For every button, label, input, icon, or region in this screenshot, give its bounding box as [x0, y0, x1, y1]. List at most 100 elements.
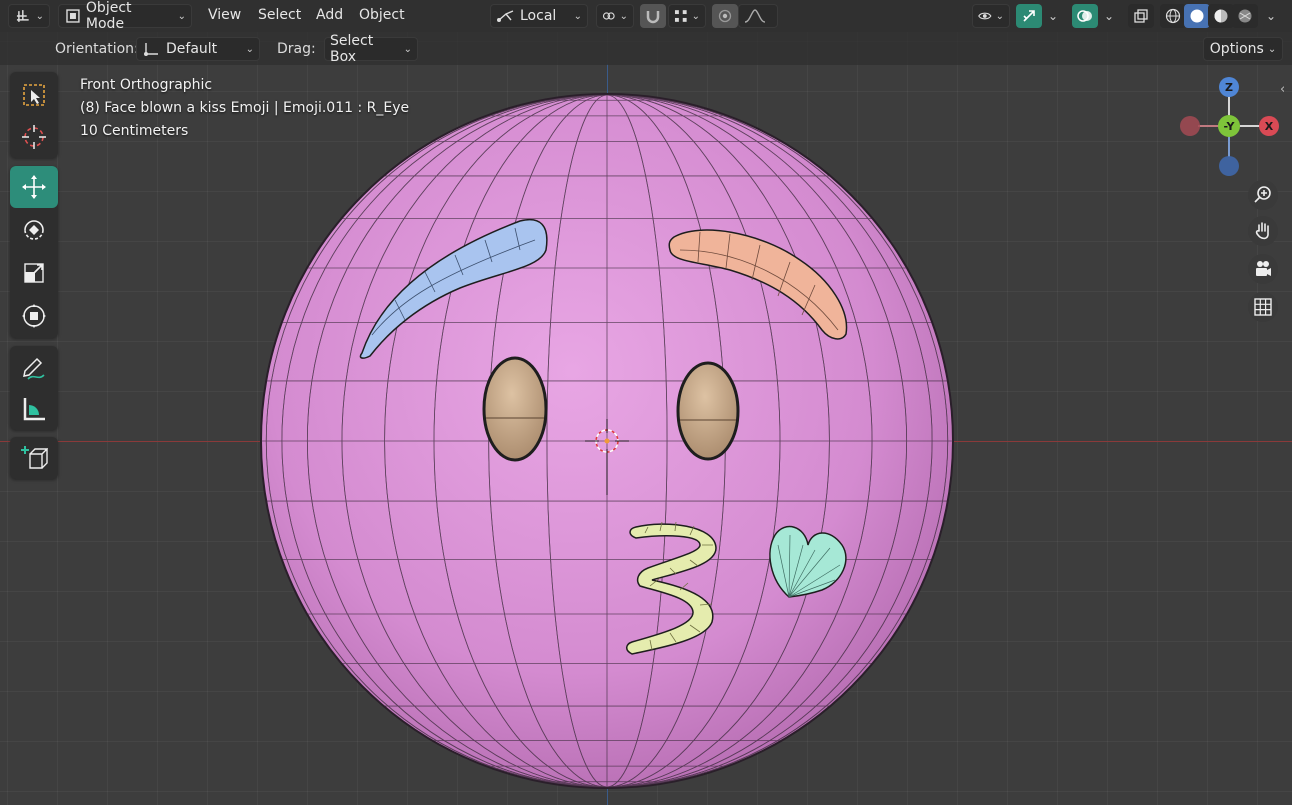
viewport-header: ⌄ Object Mode ⌄ View Select Add Object L… — [0, 0, 1292, 32]
gizmo-toggle[interactable] — [1016, 4, 1042, 28]
grid-axes-icon — [16, 10, 29, 22]
left-eye[interactable] — [482, 356, 548, 462]
hand-icon — [1255, 222, 1269, 240]
chevron-down-icon: ⌄ — [691, 10, 700, 22]
object-mode-icon — [66, 9, 80, 23]
select-box-tool[interactable] — [10, 74, 58, 116]
annotate-tool[interactable] — [10, 346, 58, 388]
snap-target-dropdown[interactable]: ⌄ — [668, 4, 706, 28]
ruler-icon — [23, 398, 45, 421]
chevron-down-icon: ⌄ — [403, 43, 412, 55]
overlays-dropdown-chevron-icon[interactable]: ⌄ — [1104, 9, 1114, 23]
shading-material-button[interactable] — [1208, 4, 1234, 28]
magnet-icon — [646, 11, 660, 24]
emoji-mesh[interactable] — [0, 0, 1292, 805]
overlays-icon — [1077, 10, 1092, 22]
rotate-tool[interactable] — [10, 209, 58, 251]
material-sphere-icon — [1214, 9, 1228, 23]
gizmo-neg-z-axis[interactable] — [1219, 156, 1239, 176]
drag-dropdown[interactable]: Select Box ⌄ — [324, 33, 418, 65]
transform-orientation-label: Local — [520, 8, 557, 24]
select-box-icon — [23, 84, 45, 106]
menu-add[interactable]: Add — [316, 7, 343, 23]
move-arrows-icon — [22, 175, 46, 199]
drag-label: Drag: — [277, 41, 316, 57]
camera-icon — [1256, 261, 1271, 276]
measure-tool[interactable] — [10, 388, 58, 430]
editor-type-button[interactable]: ⌄ — [8, 4, 50, 28]
transform-icon — [22, 304, 46, 328]
snap-grid-icon — [674, 10, 687, 22]
transform-orientation-dropdown[interactable]: Local ⌄ — [490, 4, 588, 28]
gizmo-icon — [1023, 10, 1035, 22]
xray-icon — [1134, 9, 1148, 23]
snap-toggle[interactable] — [640, 4, 666, 28]
eye-icon — [978, 12, 992, 20]
pan-button[interactable] — [1248, 216, 1278, 246]
menu-view[interactable]: View — [208, 7, 241, 23]
pivot-point-dropdown[interactable]: ⌄ — [596, 4, 634, 28]
orientation-value: Default — [166, 41, 218, 57]
scale-tool[interactable] — [10, 252, 58, 294]
grid-icon — [1254, 298, 1272, 316]
scale-icon — [24, 263, 44, 283]
rendered-sphere-icon — [1238, 9, 1252, 23]
orientation-axes-icon — [144, 43, 158, 56]
gizmo-y-label: -Y — [1223, 119, 1235, 133]
toolbar-select-group — [10, 72, 58, 158]
cursor-crosshair-icon — [22, 125, 46, 149]
3d-viewport[interactable] — [0, 0, 1292, 805]
menu-object[interactable]: Object — [359, 7, 405, 23]
toolbar-transform-group — [10, 166, 58, 338]
menu-select[interactable]: Select — [258, 7, 301, 23]
shading-solid-button[interactable] — [1184, 4, 1210, 28]
gizmo-neg-x-axis[interactable] — [1180, 116, 1200, 136]
gizmo-dropdown-chevron-icon[interactable]: ⌄ — [1048, 9, 1058, 23]
chevron-down-icon: ⌄ — [573, 10, 582, 22]
options-dropdown[interactable]: Options ⌄ — [1203, 37, 1283, 61]
orientation-label: Orientation: — [55, 41, 139, 57]
add-cube-icon — [21, 446, 48, 469]
move-tool[interactable] — [10, 166, 58, 208]
falloff-curve-icon — [744, 9, 766, 23]
toolbar-add-group — [10, 437, 58, 479]
proportional-editing-toggle[interactable] — [712, 4, 738, 28]
shading-dropdown-chevron-icon[interactable]: ⌄ — [1266, 9, 1276, 23]
transform-tool[interactable] — [10, 295, 58, 337]
mode-dropdown[interactable]: Object Mode ⌄ — [58, 0, 192, 32]
gizmo-neg-y-axis[interactable]: -Y — [1218, 115, 1240, 137]
solid-sphere-icon — [1190, 9, 1204, 23]
shading-rendered-button[interactable] — [1232, 4, 1258, 28]
chevron-down-icon: ⌄ — [995, 10, 1004, 22]
zoom-magnifier-icon — [1254, 186, 1271, 203]
tool-settings-header: Orientation: Default ⌄ Drag: Select Box … — [0, 32, 1292, 65]
options-label: Options — [1209, 41, 1264, 57]
proportional-editing-icon — [718, 9, 732, 23]
orientation-dropdown[interactable]: Default ⌄ — [136, 37, 260, 61]
chevron-down-icon: ⌄ — [1267, 43, 1277, 55]
view-name: Front Orthographic — [80, 77, 213, 93]
sidebar-toggle-chevron-icon[interactable]: ‹ — [1280, 82, 1285, 97]
ortho-toggle-button[interactable] — [1248, 292, 1278, 322]
chevron-down-icon: ⌄ — [245, 43, 254, 55]
mode-label: Object Mode — [85, 0, 132, 32]
falloff-dropdown[interactable] — [738, 4, 778, 28]
add-cube-tool[interactable] — [10, 437, 58, 479]
zoom-button[interactable] — [1248, 180, 1278, 210]
gizmo-z-axis[interactable]: Z — [1219, 77, 1239, 97]
gizmo-x-axis[interactable]: X — [1259, 116, 1279, 136]
grid-scale: 10 Centimeters — [80, 123, 189, 139]
overlays-toggle[interactable] — [1072, 4, 1098, 28]
cursor-tool[interactable] — [10, 116, 58, 158]
rotate-icon — [24, 220, 44, 240]
chevron-down-icon: ⌄ — [619, 10, 628, 22]
visibility-dropdown[interactable]: ⌄ — [972, 4, 1010, 28]
link-icon — [602, 12, 615, 20]
right-eye[interactable] — [676, 361, 740, 461]
gizmo-z-label: Z — [1225, 80, 1233, 94]
shading-wireframe-button[interactable] — [1160, 4, 1186, 28]
xray-toggle[interactable] — [1128, 4, 1154, 28]
chevron-down-icon: ⌄ — [177, 10, 186, 22]
gizmo-x-label: X — [1264, 119, 1274, 133]
camera-view-button[interactable] — [1248, 254, 1278, 284]
